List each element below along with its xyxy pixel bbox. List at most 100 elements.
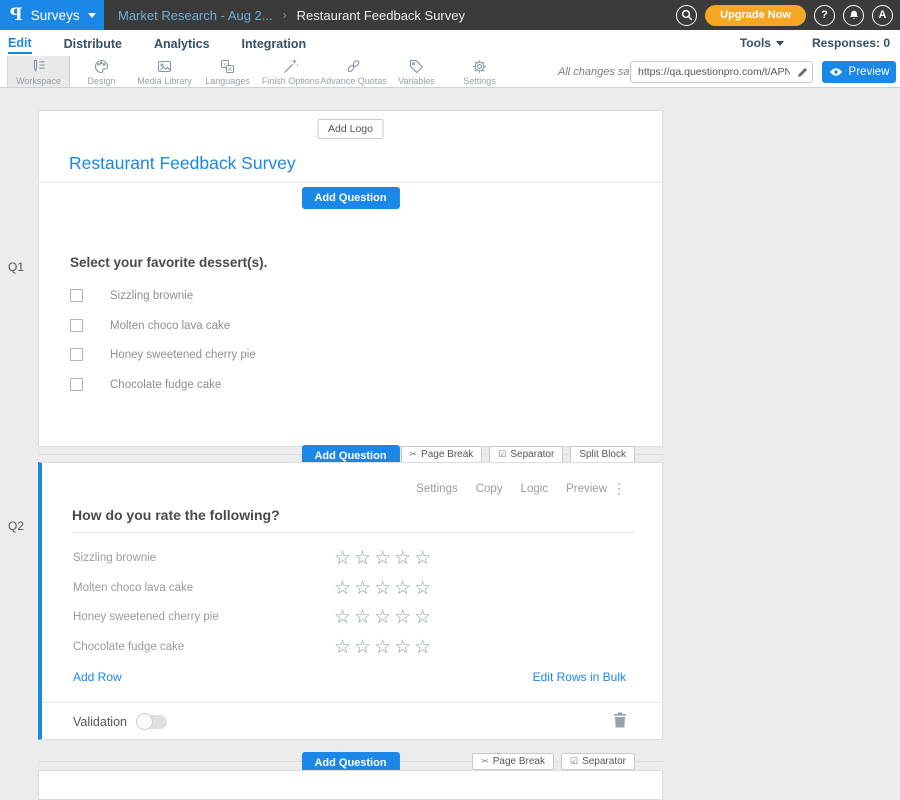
breadcrumb-folder[interactable]: Market Research - Aug 2...	[118, 8, 273, 23]
q1-question-text[interactable]: Select your favorite dessert(s).	[70, 255, 267, 270]
pencil-icon	[797, 67, 808, 78]
chain-link-icon	[345, 58, 362, 75]
edit-url-button[interactable]	[792, 67, 812, 78]
upgrade-now-button[interactable]: Upgrade Now	[705, 5, 806, 26]
validation-row: Validation	[73, 715, 167, 729]
checkbox-icon[interactable]	[70, 289, 83, 302]
breadcrumb-survey-name[interactable]: Restaurant Feedback Survey	[297, 8, 465, 23]
more-options-icon[interactable]: ⋮	[612, 481, 626, 495]
question-settings-link[interactable]: Settings	[416, 483, 458, 495]
survey-url-input[interactable]	[631, 66, 792, 78]
tab-languages[interactable]: xA Languages	[196, 56, 259, 87]
star-rating-icons[interactable]: ☆☆☆☆☆	[334, 549, 434, 568]
translate-icon: xA	[219, 58, 236, 75]
tab-variables[interactable]: Variables	[385, 56, 448, 87]
insert-options-group: ✂ Page Break ☑ Separator	[472, 753, 635, 770]
q2-question-text[interactable]: How do you rate the following?	[72, 507, 280, 523]
tag-icon	[408, 58, 425, 75]
product-name: Surveys	[31, 8, 80, 23]
q1-option-1[interactable]: Sizzling brownie	[70, 289, 193, 302]
header-divider	[39, 182, 662, 183]
checkbox-icon[interactable]	[70, 378, 83, 391]
tab-edit[interactable]: Edit	[8, 32, 32, 54]
separator-icon: ☑	[570, 756, 578, 767]
survey-block-3-partial	[38, 770, 663, 800]
tools-label: Tools	[740, 36, 771, 50]
tab-settings[interactable]: Settings	[448, 56, 511, 87]
tab-workspace[interactable]: Workspace	[7, 56, 70, 87]
q1-option-2[interactable]: Molten choco lava cake	[70, 319, 230, 332]
survey-nav: Edit Distribute Analytics Integration To…	[0, 30, 900, 56]
trash-icon	[613, 712, 627, 728]
questionpro-survey-editor: P Surveys Market Research - Aug 2... › R…	[0, 0, 900, 774]
tab-advance-quotas[interactable]: Advance Quotas	[322, 56, 385, 87]
add-question-button-top[interactable]: Add Question	[301, 187, 399, 209]
edit-toolbar: Workspace Design Media Library xA Langua…	[0, 56, 900, 88]
avatar[interactable]: A	[872, 5, 893, 26]
question-preview-link[interactable]: Preview	[566, 483, 607, 495]
tab-design[interactable]: Design	[70, 56, 133, 87]
topbar-actions: Upgrade Now ? A	[676, 4, 893, 26]
separator-button[interactable]: ☑ Separator	[561, 753, 635, 770]
insert-row-2: Add Question ✂ Page Break ☑ Separator	[38, 752, 663, 770]
separator-button[interactable]: ☑ Separator	[489, 446, 563, 463]
scissors-icon: ✂	[410, 449, 418, 460]
tab-media-library[interactable]: Media Library	[133, 56, 196, 87]
add-row-link[interactable]: Add Row	[73, 670, 122, 684]
survey-title[interactable]: Restaurant Feedback Survey	[69, 153, 296, 174]
checkbox-icon[interactable]	[70, 319, 83, 332]
search-button[interactable]	[676, 5, 697, 26]
search-icon	[681, 9, 693, 21]
separator-icon: ☑	[498, 449, 506, 460]
tab-integration[interactable]: Integration	[242, 33, 307, 53]
responses-count[interactable]: Responses: 0	[812, 36, 890, 50]
checkbox-icon[interactable]	[70, 348, 83, 361]
question-copy-link[interactable]: Copy	[476, 483, 503, 495]
star-rating-icons[interactable]: ☆☆☆☆☆	[334, 608, 434, 627]
q1-option-3[interactable]: Honey sweetened cherry pie	[70, 348, 256, 361]
breadcrumb-separator-icon: ›	[283, 8, 287, 22]
palette-icon	[93, 58, 110, 75]
survey-canvas: Q1 Q2 Add Logo Restaurant Feedback Surve…	[0, 88, 900, 774]
q1-option-4[interactable]: Chocolate fudge cake	[70, 378, 221, 391]
insert-row-1: Add Question ✂ Page Break ☑ Separator Sp…	[38, 445, 663, 463]
preview-button[interactable]: Preview	[822, 61, 896, 83]
question-actions: Settings Copy Logic Preview	[416, 483, 607, 495]
rating-row-1: Sizzling brownie ☆☆☆☆☆	[73, 547, 634, 569]
toggle-knob	[136, 713, 153, 730]
tools-menu[interactable]: Tools	[740, 36, 784, 50]
scissors-icon: ✂	[481, 756, 489, 767]
survey-nav-right: Tools Responses: 0	[740, 30, 890, 56]
page-break-button[interactable]: ✂ Page Break	[401, 446, 483, 463]
svg-text:A: A	[228, 67, 232, 73]
validation-label: Validation	[73, 715, 127, 729]
add-logo-button[interactable]: Add Logo	[317, 119, 384, 139]
toolbar-tabs: Workspace Design Media Library xA Langua…	[7, 56, 511, 87]
survey-block-2-selected: Settings Copy Logic Preview ⋮ How do you…	[38, 462, 663, 740]
top-bar: P Surveys Market Research - Aug 2... › R…	[0, 0, 900, 30]
eye-icon	[829, 67, 843, 77]
rating-row-2: Molten choco lava cake ☆☆☆☆☆	[73, 577, 634, 599]
edit-rows-in-bulk-link[interactable]: Edit Rows in Bulk	[533, 670, 626, 684]
tab-analytics[interactable]: Analytics	[154, 33, 210, 53]
questionpro-logo: P	[10, 5, 23, 25]
question-number-q1: Q1	[8, 260, 24, 274]
page-break-button[interactable]: ✂ Page Break	[472, 753, 554, 770]
help-button[interactable]: ?	[814, 5, 835, 26]
notifications-button[interactable]	[843, 5, 864, 26]
divider	[43, 702, 661, 703]
svg-text:x: x	[223, 62, 226, 68]
star-rating-icons[interactable]: ☆☆☆☆☆	[334, 579, 434, 598]
rating-row-3: Honey sweetened cherry pie ☆☆☆☆☆	[73, 606, 634, 628]
tab-finish-options[interactable]: Finish Options	[259, 56, 322, 87]
survey-block-1: Add Logo Restaurant Feedback Survey Add …	[38, 110, 663, 447]
surveys-product-switcher[interactable]: P Surveys	[0, 0, 104, 30]
question-number-q2: Q2	[8, 519, 24, 533]
star-rating-icons[interactable]: ☆☆☆☆☆	[334, 638, 434, 657]
tab-distribute[interactable]: Distribute	[64, 33, 122, 53]
question-logic-link[interactable]: Logic	[521, 483, 549, 495]
delete-question-button[interactable]	[613, 712, 627, 733]
validation-toggle[interactable]	[137, 715, 167, 729]
image-icon	[156, 58, 173, 75]
split-block-button[interactable]: Split Block	[570, 446, 635, 463]
